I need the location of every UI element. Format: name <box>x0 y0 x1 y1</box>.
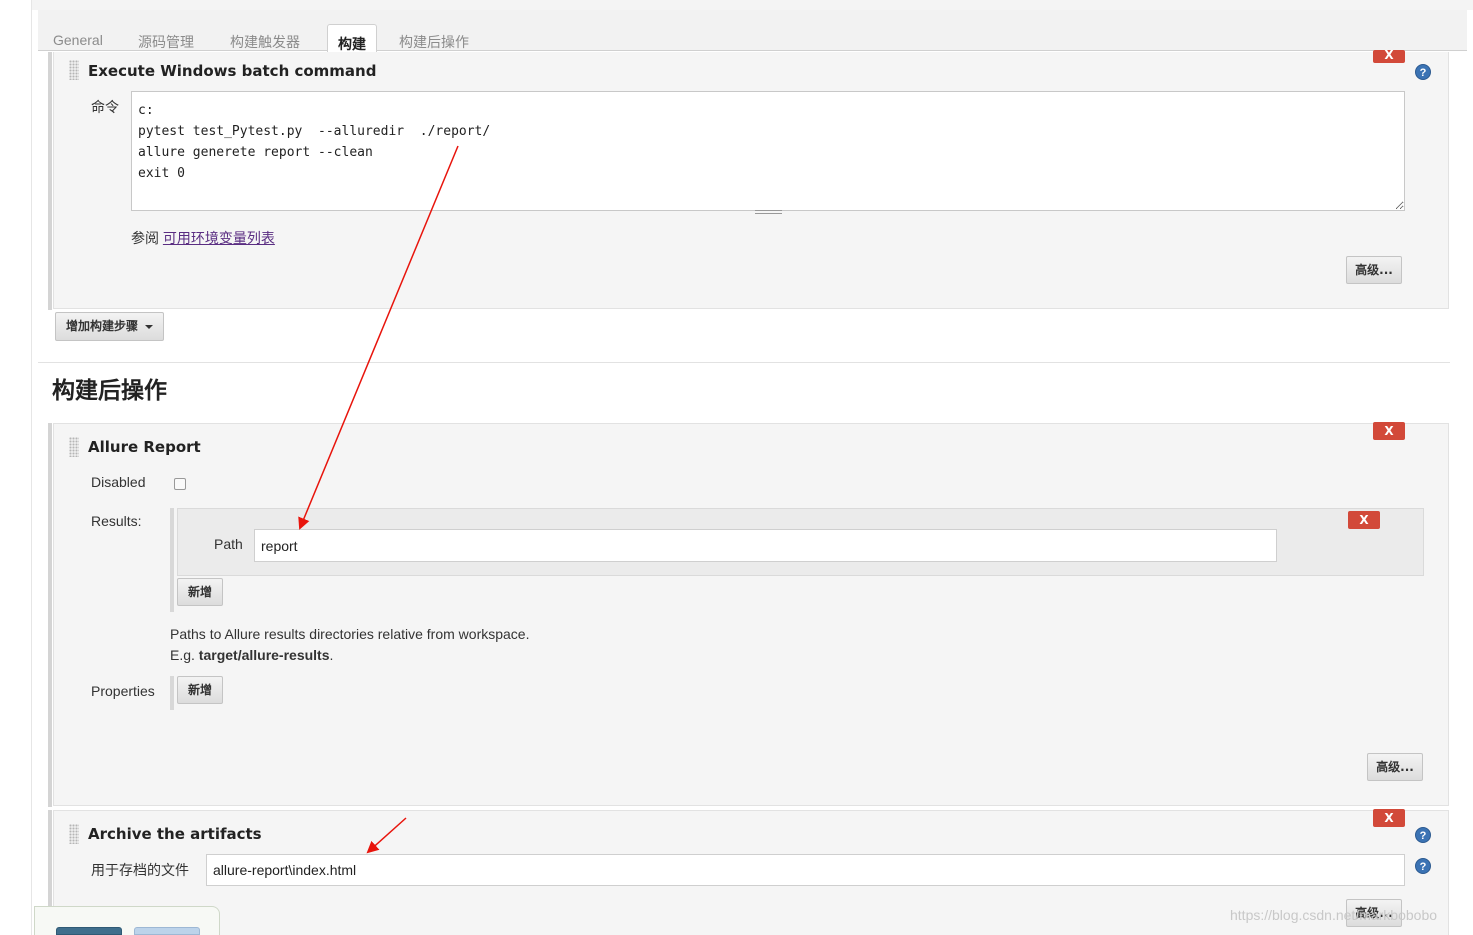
annotation-arrow-1 <box>298 145 459 530</box>
annotation-arrows <box>298 145 459 854</box>
annotation-arrow-2 <box>366 817 407 854</box>
